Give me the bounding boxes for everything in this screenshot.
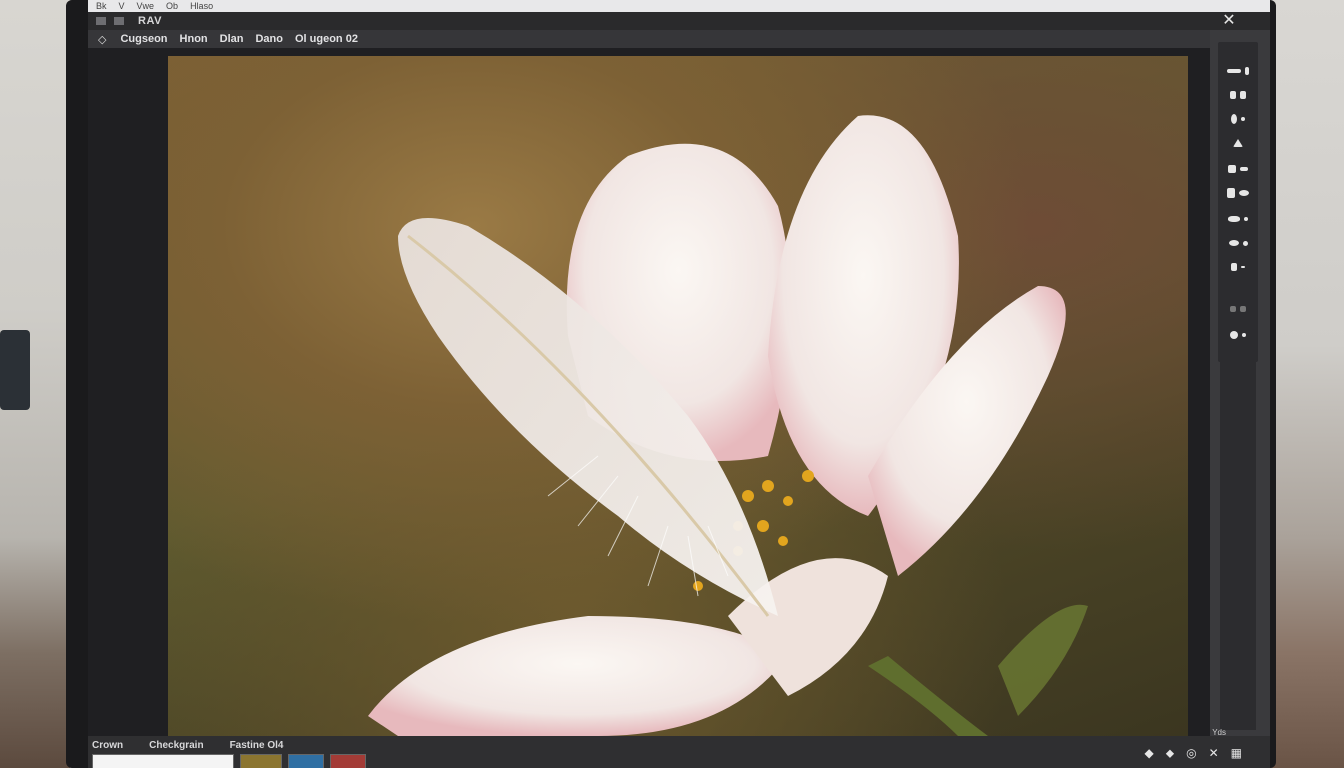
canvas-image[interactable] bbox=[168, 56, 1188, 736]
menu-item[interactable]: Ob bbox=[166, 0, 178, 12]
option-item[interactable]: Ol ugeon 02 bbox=[295, 33, 358, 45]
background-room-right bbox=[1269, 0, 1344, 768]
close-icon[interactable]: ✕ bbox=[1220, 12, 1238, 30]
window-title: RAV bbox=[138, 15, 162, 27]
panel-scrollbar[interactable] bbox=[1220, 360, 1256, 730]
thumbnail[interactable] bbox=[240, 754, 282, 768]
pen-icon[interactable] bbox=[1218, 258, 1258, 276]
status-label: Fastine Ol4 bbox=[229, 740, 284, 751]
menu-item[interactable]: Hlaso bbox=[190, 0, 213, 12]
gradient-icon[interactable] bbox=[1218, 184, 1258, 202]
dodge-icon[interactable] bbox=[1218, 234, 1258, 252]
tab-icon bbox=[114, 17, 124, 25]
move-icon[interactable] bbox=[1218, 62, 1258, 80]
type-icon[interactable] bbox=[1218, 326, 1258, 344]
option-item[interactable]: Dlan bbox=[220, 33, 244, 45]
background-room-left bbox=[0, 0, 70, 768]
title-bar: RAV bbox=[88, 12, 1270, 30]
thumbnail[interactable] bbox=[288, 754, 324, 768]
thumbnail[interactable] bbox=[92, 754, 234, 768]
link-icon[interactable]: ⬥ bbox=[1166, 746, 1174, 761]
fx-icon[interactable]: ✕ bbox=[1209, 746, 1219, 761]
menu-item[interactable]: Vwe bbox=[137, 0, 155, 12]
menu-item[interactable]: V bbox=[119, 0, 125, 12]
petal bbox=[368, 616, 788, 736]
lasso-icon[interactable] bbox=[1218, 86, 1258, 104]
menu-item[interactable]: Bk bbox=[96, 0, 107, 12]
layers-icon[interactable]: ▦ bbox=[1231, 746, 1242, 761]
thumbnail[interactable] bbox=[330, 754, 366, 768]
status-icons: ◆ ⬥ ◎ ✕ ▦ bbox=[1144, 746, 1242, 761]
flower-feather-photo bbox=[368, 115, 1088, 736]
canvas-workspace bbox=[88, 48, 1210, 736]
photo-editor-window: Bk V Vwe Ob Hlaso RAV ✕ ◇ Cugseon Hnon D… bbox=[88, 0, 1270, 768]
eraser-icon[interactable] bbox=[1218, 160, 1258, 178]
brush-icon[interactable] bbox=[1218, 110, 1258, 128]
zoom-info: Yds bbox=[1212, 728, 1226, 737]
options-bar: ◇ Cugseon Hnon Dlan Dano Ol ugeon 02 bbox=[88, 30, 1270, 48]
option-item[interactable]: Cugseon bbox=[120, 33, 167, 45]
option-item[interactable]: Dano bbox=[255, 33, 283, 45]
visibility-icon[interactable]: ◎ bbox=[1186, 746, 1196, 761]
background-object bbox=[0, 330, 30, 410]
toolbar bbox=[1218, 42, 1258, 362]
eye-icon[interactable]: ◆ bbox=[1144, 746, 1153, 761]
menu-bar: Bk V Vwe Ob Hlaso bbox=[88, 0, 1270, 12]
stamp-icon[interactable] bbox=[1218, 134, 1258, 152]
tools-panel bbox=[1210, 30, 1270, 736]
diamond-icon[interactable]: ◇ bbox=[98, 33, 106, 46]
status-label: Checkgrain bbox=[149, 740, 204, 751]
thumbnail-strip bbox=[92, 754, 366, 768]
hand-icon[interactable] bbox=[1218, 300, 1258, 318]
stem bbox=[868, 656, 988, 736]
app-icon bbox=[96, 17, 106, 25]
status-label: Crown bbox=[92, 740, 124, 751]
status-bar: Crown Checkgrain Fastine Ol4 Yds ◆ ⬥ ◎ ✕… bbox=[88, 728, 1270, 768]
blur-icon[interactable] bbox=[1218, 210, 1258, 228]
option-item[interactable]: Hnon bbox=[180, 33, 208, 45]
leaf bbox=[998, 604, 1088, 716]
